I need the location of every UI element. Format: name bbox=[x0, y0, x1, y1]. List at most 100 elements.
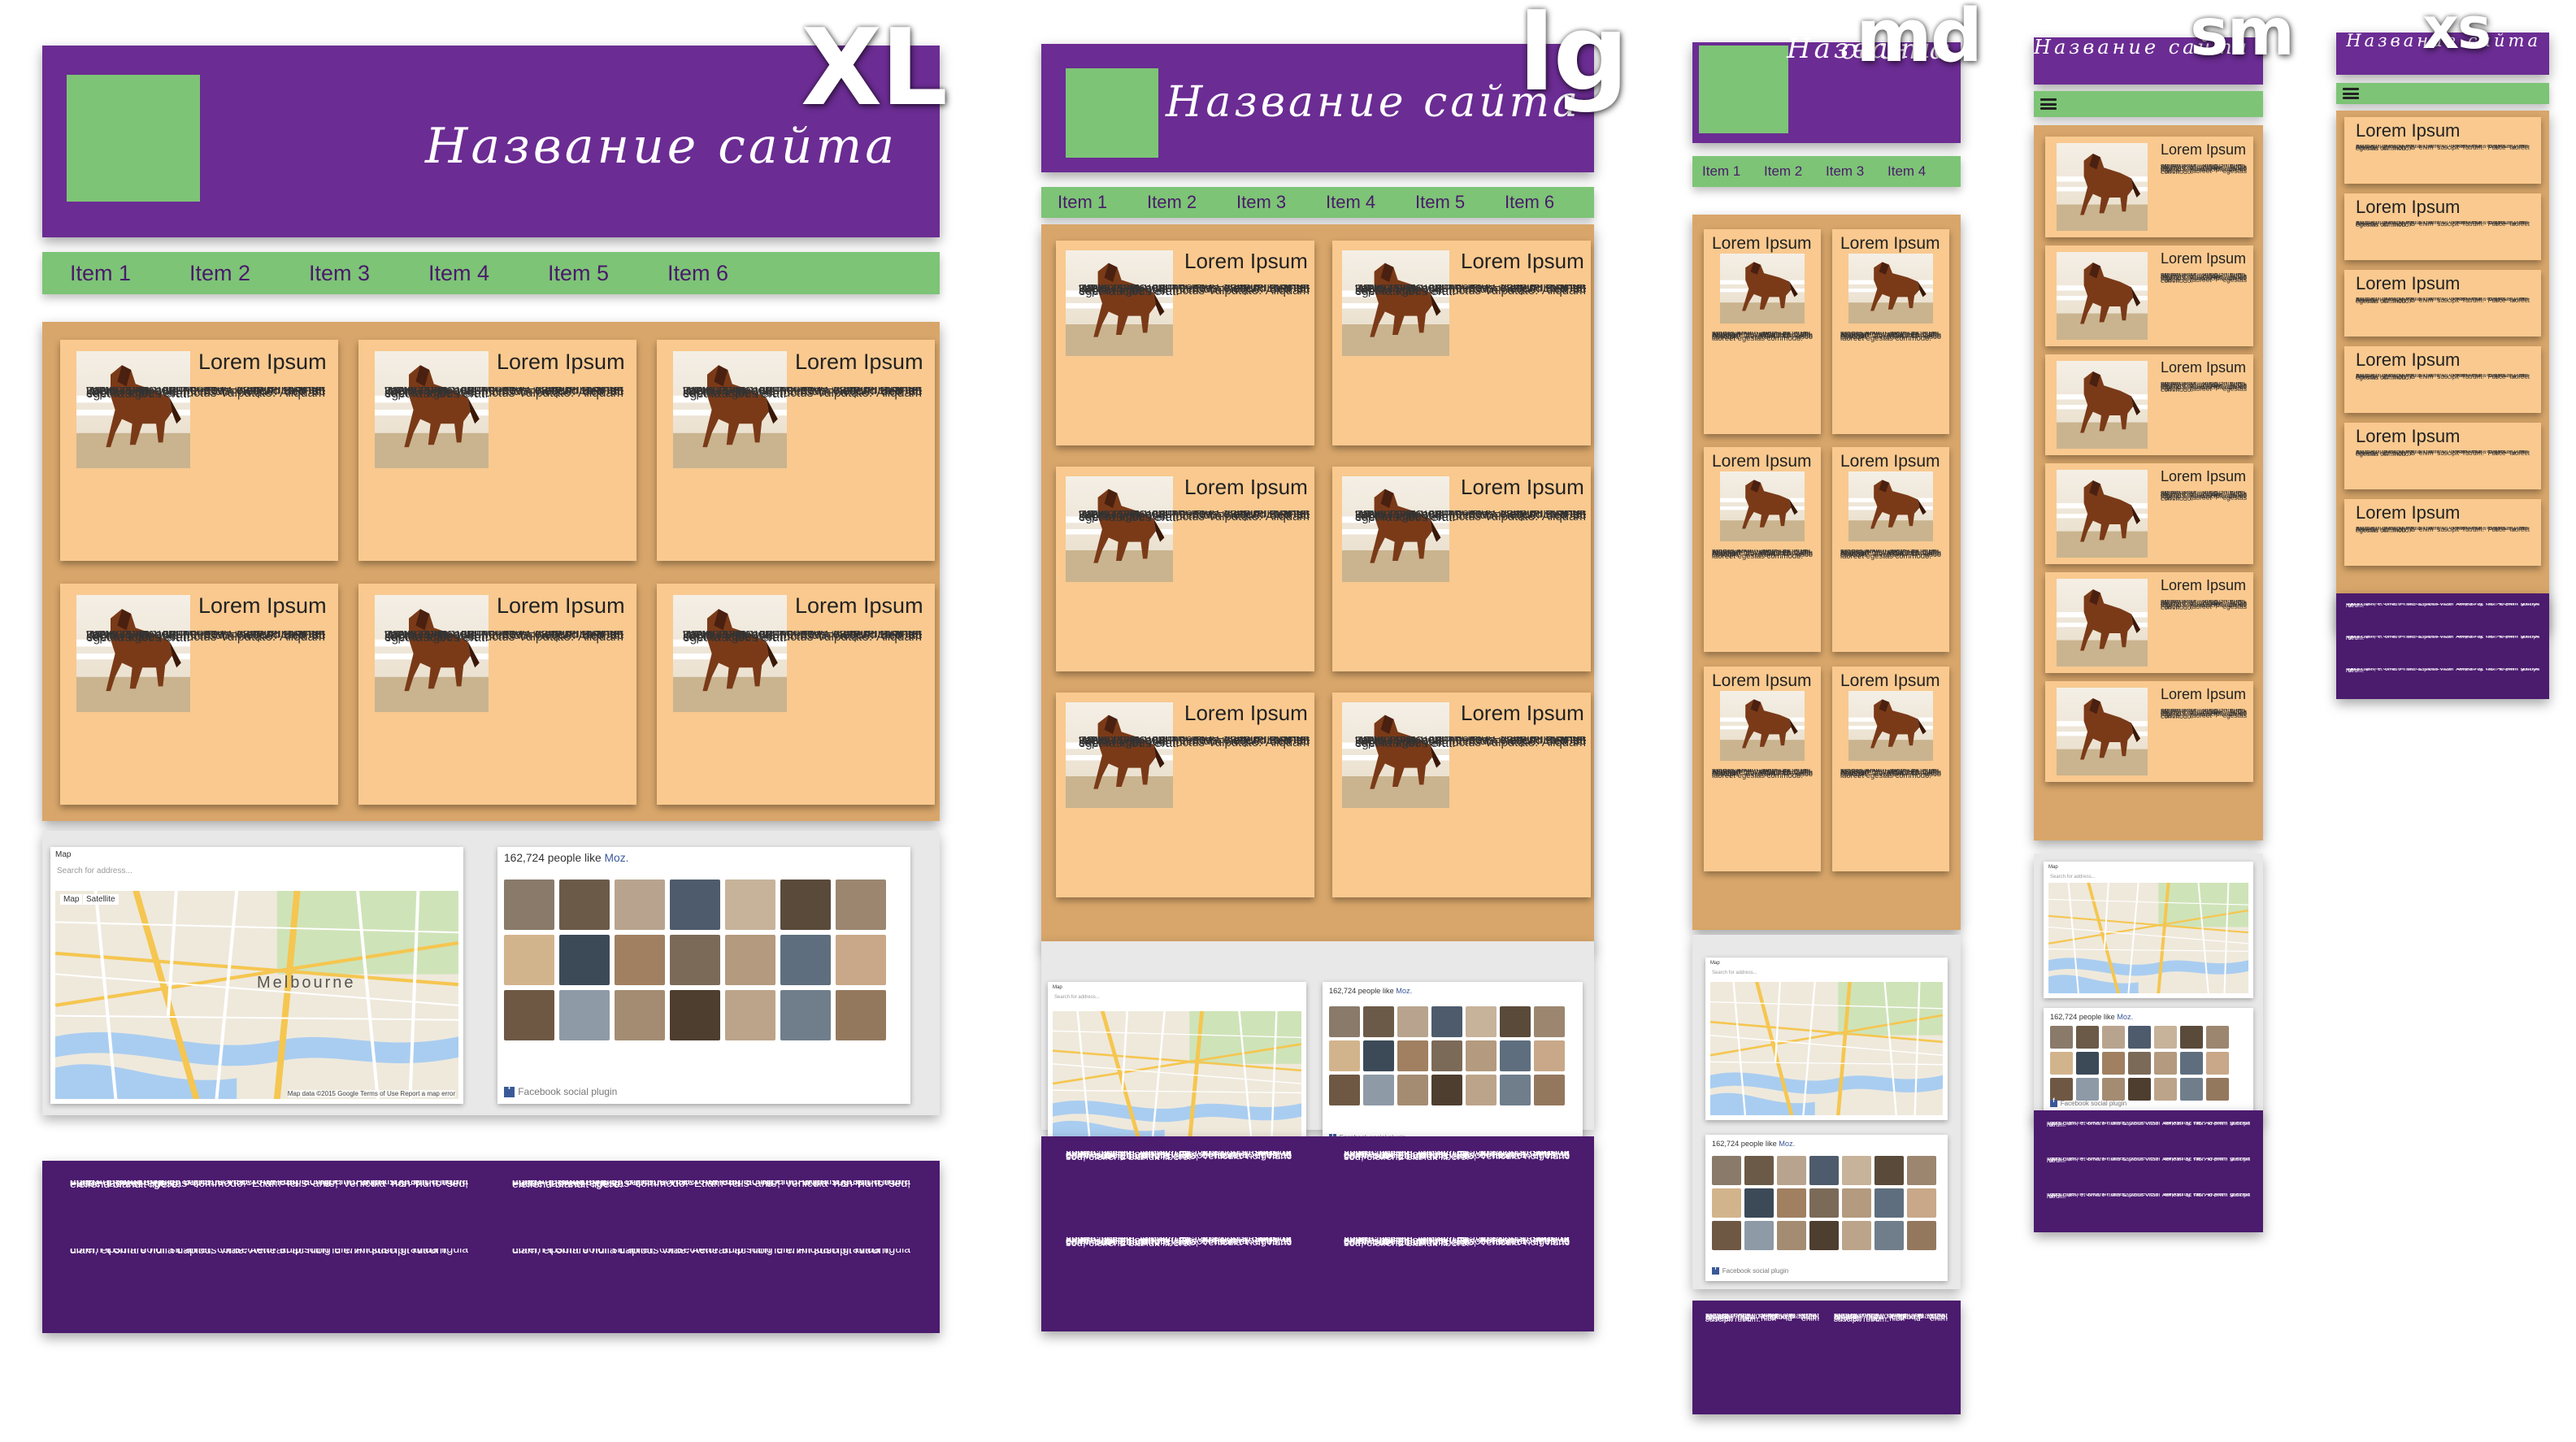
nav-item-4[interactable]: Item 4 bbox=[1326, 192, 1415, 213]
fan-avatar[interactable] bbox=[2128, 1078, 2151, 1101]
fan-avatar[interactable] bbox=[2206, 1026, 2229, 1049]
facebook-widget[interactable]: 162,724 people like Moz. fFacebook social… bbox=[497, 847, 910, 1104]
fan-avatar[interactable] bbox=[2102, 1052, 2125, 1075]
fan-avatar[interactable] bbox=[1712, 1188, 1741, 1218]
fan-avatar[interactable] bbox=[1363, 1006, 1394, 1037]
facebook-widget[interactable]: 162,724 people like Moz. fFacebook social… bbox=[2044, 1008, 2253, 1114]
fan-avatar[interactable] bbox=[1712, 1221, 1741, 1250]
fan-avatar[interactable] bbox=[1712, 1156, 1741, 1185]
article-card[interactable]: Lorem Ipsum Lorem ipsum dolor sit amet, c… bbox=[2344, 423, 2541, 489]
nav-item-5[interactable]: Item 5 bbox=[548, 261, 667, 286]
map-widget[interactable]: Map Search for address... bbox=[1705, 958, 1948, 1120]
fan-avatar[interactable] bbox=[1431, 1006, 1462, 1037]
article-card[interactable]: Lorem Ipsum Lorem ipsum dolor sit amet, c… bbox=[1704, 229, 1821, 434]
nav-item-2[interactable]: Item 2 bbox=[1764, 163, 1826, 180]
map-canvas[interactable] bbox=[1053, 1011, 1301, 1143]
article-card[interactable]: Lorem Ipsum Lorem ipsum dolor sit amet, c… bbox=[2344, 499, 2541, 566]
map-tab-satellite[interactable]: Satellite bbox=[83, 894, 119, 905]
fan-avatar[interactable] bbox=[836, 880, 886, 930]
nav-item-1[interactable]: Item 1 bbox=[70, 261, 189, 286]
fan-avatar[interactable] bbox=[670, 935, 720, 985]
map-widget[interactable]: Map Search for address... bbox=[1048, 982, 1306, 1148]
fan-avatar[interactable] bbox=[2050, 1026, 2073, 1049]
fan-avatar[interactable] bbox=[1397, 1040, 1428, 1071]
fan-avatar[interactable] bbox=[2154, 1078, 2177, 1101]
site-logo[interactable] bbox=[1699, 46, 1788, 133]
article-card[interactable]: Lorem Ipsum Lorem ipsum dolor sit amet, c… bbox=[2344, 270, 2541, 337]
fan-avatar[interactable] bbox=[1842, 1188, 1871, 1218]
fan-avatar[interactable] bbox=[1397, 1006, 1428, 1037]
fan-avatar[interactable] bbox=[1363, 1075, 1394, 1105]
fan-avatar[interactable] bbox=[780, 990, 831, 1040]
article-card[interactable]: Lorem Ipsum Lorem ipsum dolor sit amet, c… bbox=[1832, 667, 1949, 871]
nav-item-3[interactable]: Item 3 bbox=[309, 261, 428, 286]
map-search-input[interactable]: Search for address... bbox=[57, 867, 132, 875]
nav-item-1[interactable]: Item 1 bbox=[1702, 163, 1764, 180]
article-card[interactable]: Lorem Ipsum Lorem ipsum dolor sit amet, c… bbox=[2045, 245, 2253, 346]
fan-avatar[interactable] bbox=[1777, 1188, 1806, 1218]
fan-avatar[interactable] bbox=[2076, 1052, 2099, 1075]
article-card[interactable]: Lorem Ipsum Lorem ipsum dolor sit amet, c… bbox=[2045, 137, 2253, 237]
fan-avatar[interactable] bbox=[559, 935, 610, 985]
fan-avatar[interactable] bbox=[2206, 1078, 2229, 1101]
article-card[interactable]: Lorem Ipsum r sit amet, consectetur liqua… bbox=[1056, 241, 1314, 445]
article-card[interactable]: Lorem Ipsum r sit amet, consectetur liqua… bbox=[1056, 693, 1314, 897]
site-logo[interactable] bbox=[67, 75, 200, 202]
site-logo[interactable] bbox=[1066, 68, 1158, 158]
map-canvas[interactable] bbox=[1710, 982, 1943, 1115]
nav-item-6[interactable]: Item 6 bbox=[667, 261, 787, 286]
fan-avatar[interactable] bbox=[615, 880, 665, 930]
map-search-input[interactable]: Search for address... bbox=[1054, 995, 1100, 1000]
map-widget[interactable]: Map Search for address... Map Satellite Mel… bbox=[50, 847, 463, 1104]
fan-avatar[interactable] bbox=[1874, 1156, 1904, 1185]
fan-avatar[interactable] bbox=[1500, 1075, 1531, 1105]
fan-avatar[interactable] bbox=[1500, 1040, 1531, 1071]
fan-avatar[interactable] bbox=[780, 880, 831, 930]
fan-avatar[interactable] bbox=[725, 880, 775, 930]
article-card[interactable]: Lorem Ipsum Lorem ipsum dolor sit amet, c… bbox=[2045, 463, 2253, 564]
article-card[interactable]: Lorem Ipsum Lorem ipsum dolor sit amet, c… bbox=[2344, 117, 2541, 184]
nav-item-4[interactable]: Item 4 bbox=[428, 261, 548, 286]
fan-avatar[interactable] bbox=[1431, 1040, 1462, 1071]
map-search-input[interactable]: Search for address... bbox=[1712, 971, 1757, 975]
fan-avatar[interactable] bbox=[2102, 1078, 2125, 1101]
fan-avatar[interactable] bbox=[1329, 1075, 1360, 1105]
map-widget[interactable]: Map Search for address... bbox=[2044, 862, 2253, 998]
article-card[interactable]: Lorem Ipsum r sit amet, consectetur liqua… bbox=[60, 584, 338, 805]
fan-avatar[interactable] bbox=[670, 880, 720, 930]
map-search-input[interactable]: Search for address... bbox=[2050, 875, 2096, 880]
fan-avatar[interactable] bbox=[2180, 1078, 2203, 1101]
fb-page-link[interactable]: Moz. bbox=[2117, 1013, 2133, 1021]
fan-avatar[interactable] bbox=[615, 935, 665, 985]
fan-avatar[interactable] bbox=[1397, 1075, 1428, 1105]
nav-item-4[interactable]: Item 4 bbox=[1887, 163, 1949, 180]
fan-avatar[interactable] bbox=[725, 990, 775, 1040]
fan-avatar[interactable] bbox=[2206, 1052, 2229, 1075]
article-card[interactable]: Lorem Ipsum Lorem ipsum dolor sit amet, c… bbox=[2045, 572, 2253, 673]
article-card[interactable]: Lorem Ipsum Lorem ipsum dolor sit amet, c… bbox=[1704, 447, 1821, 652]
fan-avatar[interactable] bbox=[2180, 1052, 2203, 1075]
article-card[interactable]: Lorem Ipsum r sit amet, consectetur liqua… bbox=[60, 340, 338, 561]
fan-avatar[interactable] bbox=[1363, 1040, 1394, 1071]
fan-avatar[interactable] bbox=[1777, 1156, 1806, 1185]
fb-page-link[interactable]: Moz. bbox=[1396, 987, 1412, 995]
fan-avatar[interactable] bbox=[1534, 1040, 1565, 1071]
article-card[interactable]: Lorem Ipsum Lorem ipsum dolor sit amet, c… bbox=[2045, 681, 2253, 782]
article-card[interactable]: Lorem Ipsum r sit amet, consectetur liqua… bbox=[358, 340, 636, 561]
hamburger-menu-icon[interactable] bbox=[2040, 98, 2057, 110]
fan-avatar[interactable] bbox=[1842, 1221, 1871, 1250]
article-card[interactable]: Lorem Ipsum Lorem ipsum dolor sit amet, c… bbox=[1832, 229, 1949, 434]
fan-avatar[interactable] bbox=[504, 935, 554, 985]
nav-item-3[interactable]: Item 3 bbox=[1236, 192, 1326, 213]
article-card[interactable]: Lorem Ipsum r sit amet, consectetur liqua… bbox=[1056, 467, 1314, 671]
article-card[interactable]: Lorem Ipsum Lorem ipsum dolor sit amet, c… bbox=[2344, 346, 2541, 413]
fan-avatar[interactable] bbox=[1907, 1156, 1936, 1185]
nav-item-5[interactable]: Item 5 bbox=[1415, 192, 1505, 213]
fan-avatar[interactable] bbox=[2076, 1026, 2099, 1049]
article-card[interactable]: Lorem Ipsum r sit amet, consectetur liqua… bbox=[657, 340, 935, 561]
article-card[interactable]: Lorem Ipsum Lorem ipsum dolor sit amet, c… bbox=[1832, 447, 1949, 652]
fan-avatar[interactable] bbox=[1534, 1075, 1565, 1105]
fb-page-link[interactable]: Moz. bbox=[605, 852, 629, 864]
fan-avatar[interactable] bbox=[1329, 1040, 1360, 1071]
fan-avatar[interactable] bbox=[1809, 1156, 1839, 1185]
